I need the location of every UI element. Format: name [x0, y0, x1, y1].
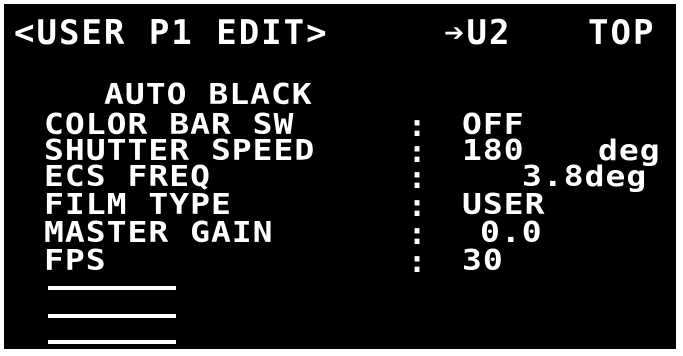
shutter-speed-value[interactable]: 180: [462, 136, 525, 164]
empty-slot-3-bar: [48, 340, 176, 344]
menu-item-fps-label[interactable]: FPS: [44, 246, 107, 274]
ecs-freq-value[interactable]: 3.8deg: [522, 162, 647, 190]
menu-item-film-type-label[interactable]: FILM TYPE: [44, 190, 232, 218]
empty-slot-1-bar: [48, 286, 176, 290]
camera-menu-screen: <USER P1 EDIT> ➔U2 TOP AUTO BLACK COLOR …: [4, 4, 676, 349]
fps-value[interactable]: 30: [462, 246, 504, 274]
menu-item-ecs-freq-label[interactable]: ECS FREQ: [44, 162, 211, 190]
top-link[interactable]: TOP: [588, 16, 655, 50]
separator-colon: :: [408, 245, 427, 280]
film-type-value[interactable]: USER: [462, 190, 545, 218]
master-gain-value[interactable]: 0.0: [480, 218, 543, 246]
menu-title: <USER P1 EDIT>: [14, 13, 329, 53]
next-page-link[interactable]: ➔U2: [444, 16, 511, 50]
empty-slot-3[interactable]: -----: [44, 328, 134, 348]
empty-slot-2-bar: [48, 314, 176, 318]
menu-item-auto-black[interactable]: AUTO BLACK: [104, 80, 313, 108]
menu-item-master-gain-label[interactable]: MASTER GAIN: [44, 218, 274, 246]
